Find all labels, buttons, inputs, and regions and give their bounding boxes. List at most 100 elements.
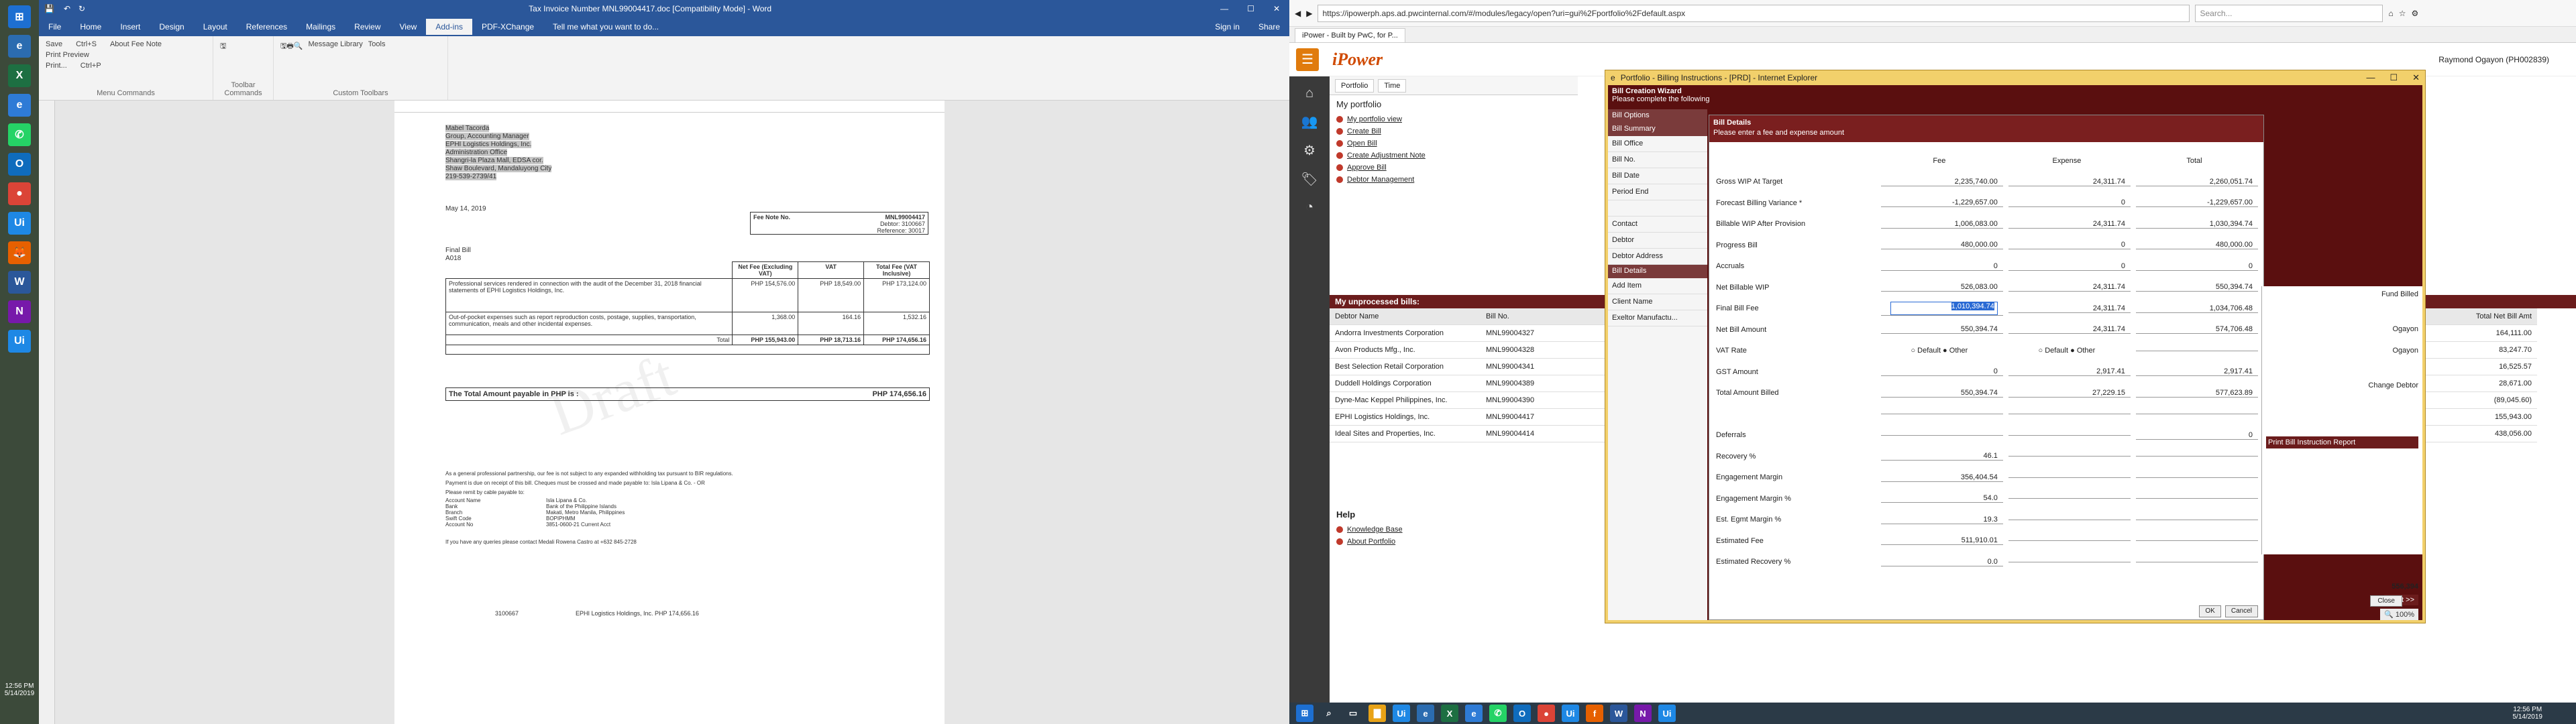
- menu-insert[interactable]: Insert: [111, 19, 150, 35]
- tag-nav-icon[interactable]: 🏷: [1301, 171, 1318, 188]
- outlook-icon[interactable]: O: [1513, 705, 1531, 722]
- row-expense[interactable]: ○ Default ● Other: [2008, 347, 2131, 355]
- file-explorer-icon[interactable]: ▇: [1368, 705, 1386, 722]
- tools-menu[interactable]: Tools: [368, 40, 386, 53]
- link-approve-bill[interactable]: Approve Bill: [1330, 162, 1578, 174]
- ui-icon[interactable]: Ui: [8, 212, 31, 235]
- user-name[interactable]: Raymond Ogayon (PH002839): [2438, 55, 2576, 64]
- excel-icon[interactable]: X: [8, 64, 31, 87]
- vat-other-radio[interactable]: ● Other: [1941, 347, 1968, 355]
- close-button[interactable]: Close: [2370, 595, 2402, 607]
- print-preview-command[interactable]: Print Preview: [46, 51, 89, 59]
- whatsapp-icon[interactable]: ✆: [1489, 705, 1507, 722]
- ui2-icon[interactable]: Ui: [8, 330, 31, 353]
- col-total-net[interactable]: Total Net Bill Amt: [2430, 312, 2537, 320]
- gear-nav-icon[interactable]: ⚙: [1303, 142, 1316, 159]
- search-icon[interactable]: ⌕: [1320, 705, 1338, 722]
- bottom-clock[interactable]: 12:56 PM 5/14/2019: [2513, 706, 2576, 721]
- zoom-indicator[interactable]: 🔍 100%: [2380, 609, 2418, 620]
- gear-icon[interactable]: ⚙: [2411, 9, 2418, 18]
- close-icon[interactable]: ✕: [1264, 4, 1289, 13]
- home-icon[interactable]: ⌂: [2388, 9, 2393, 18]
- menu-file[interactable]: File: [39, 19, 70, 35]
- chrome-icon[interactable]: ●: [1538, 705, 1555, 722]
- menu-review[interactable]: Review: [345, 19, 390, 35]
- ui-icon[interactable]: Ui: [1393, 705, 1410, 722]
- ok-button[interactable]: OK: [2199, 605, 2221, 617]
- close-icon[interactable]: ✕: [2412, 72, 2420, 83]
- vat-default-radio[interactable]: ○ Default: [2038, 347, 2068, 355]
- back-icon[interactable]: ◀: [1295, 9, 1301, 18]
- start-icon[interactable]: ⊞: [8, 5, 31, 28]
- col-bill[interactable]: Bill No.: [1481, 312, 1561, 320]
- link-open-bill[interactable]: Open Bill: [1330, 137, 1578, 149]
- save-command[interactable]: Save: [46, 40, 62, 48]
- word-icon[interactable]: W: [8, 271, 31, 294]
- cancel-button[interactable]: Cancel: [2224, 605, 2258, 617]
- start-icon[interactable]: ⊞: [1296, 705, 1313, 722]
- tab-time[interactable]: Time: [1378, 78, 1407, 93]
- wizard-step[interactable]: Bill Summary: [1608, 123, 1707, 136]
- link-portfolio-view[interactable]: My portfolio view: [1330, 113, 1578, 125]
- change-debtor-button[interactable]: Change Debtor: [2266, 381, 2418, 389]
- menu-mailings[interactable]: Mailings: [297, 19, 345, 35]
- custom-tools-icon[interactable]: 🖫🖶🔍: [280, 40, 303, 53]
- menu-pdfxchange[interactable]: PDF-XChange: [472, 19, 543, 35]
- print-command[interactable]: Print...: [46, 62, 67, 70]
- menu-design[interactable]: Design: [150, 19, 193, 35]
- excel-icon[interactable]: X: [1441, 705, 1458, 722]
- ie-icon[interactable]: e: [1417, 705, 1434, 722]
- forward-icon[interactable]: ▶: [1306, 9, 1312, 18]
- menu-home[interactable]: Home: [70, 19, 111, 35]
- wizard-step[interactable]: Bill Options: [1608, 109, 1707, 123]
- star-icon[interactable]: ☆: [2399, 9, 2406, 18]
- outlook-icon[interactable]: O: [8, 153, 31, 176]
- ie-icon[interactable]: e: [8, 35, 31, 58]
- word-icon[interactable]: W: [1610, 705, 1627, 722]
- url-field[interactable]: https://ipowerph.aps.ad.pwcinternal.com/…: [1318, 4, 2190, 22]
- tab-portfolio[interactable]: Portfolio: [1335, 78, 1375, 93]
- maximize-icon[interactable]: ☐: [1238, 4, 1264, 13]
- maximize-icon[interactable]: ☐: [2390, 72, 2398, 83]
- menu-view[interactable]: View: [390, 19, 427, 35]
- share-button[interactable]: Share: [1249, 19, 1289, 35]
- row-fee[interactable]: 1,010,394.74: [1880, 301, 2003, 316]
- about-fee-note[interactable]: About Fee Note: [110, 40, 162, 48]
- whatsapp-icon[interactable]: ✆: [8, 123, 31, 146]
- menu-layout[interactable]: Layout: [194, 19, 237, 35]
- minimize-icon[interactable]: —: [1211, 4, 1238, 13]
- left-clock[interactable]: 12:56 PM 5/14/2019: [0, 682, 39, 697]
- message-library[interactable]: Message Library: [308, 40, 362, 53]
- wizard-step[interactable]: Bill Details: [1608, 265, 1707, 278]
- onenote-icon[interactable]: N: [1634, 705, 1652, 722]
- search-field[interactable]: Search...: [2195, 4, 2383, 22]
- vat-default-radio[interactable]: ○ Default: [1911, 347, 1941, 355]
- menu-addins[interactable]: Add-ins: [426, 19, 472, 35]
- link-create-bill[interactable]: Create Bill: [1330, 125, 1578, 137]
- onenote-icon[interactable]: N: [8, 300, 31, 323]
- people-nav-icon[interactable]: 👥: [1301, 113, 1318, 130]
- print-bill-report[interactable]: Print Bill Instruction Report: [2266, 436, 2418, 448]
- save-icon[interactable]: 💾: [39, 4, 60, 13]
- edge-icon[interactable]: e: [1465, 705, 1483, 722]
- home-nav-icon[interactable]: ⌂: [1305, 86, 1313, 101]
- tab-ipower[interactable]: iPower - Built by PwC, for P...: [1295, 28, 1405, 42]
- ui-icon[interactable]: Ui: [1562, 705, 1579, 722]
- link-about-portfolio[interactable]: About Portfolio: [1330, 536, 1531, 548]
- edge-icon[interactable]: e: [8, 94, 31, 117]
- toolbar-icon[interactable]: 🖫: [220, 40, 266, 53]
- firefox-icon[interactable]: f: [1586, 705, 1603, 722]
- wizard-field[interactable]: Add Item: [1608, 278, 1707, 294]
- task-view-icon[interactable]: ▭: [1344, 705, 1362, 722]
- clock-nav-icon[interactable]: ◔: [1305, 200, 1313, 215]
- minimize-icon[interactable]: —: [2366, 72, 2375, 83]
- firefox-icon[interactable]: 🦊: [8, 241, 31, 264]
- undo-icon[interactable]: ↶: [60, 4, 74, 13]
- link-knowledge-base[interactable]: Knowledge Base: [1330, 524, 1531, 536]
- tell-me[interactable]: Tell me what you want to do...: [543, 19, 668, 35]
- link-adjustment-note[interactable]: Create Adjustment Note: [1330, 149, 1578, 162]
- col-debtor[interactable]: Debtor Name: [1330, 312, 1481, 320]
- vat-other-radio[interactable]: ● Other: [2068, 347, 2095, 355]
- final-fee-input[interactable]: 1,010,394.74: [1890, 301, 1998, 315]
- menu-references[interactable]: References: [237, 19, 297, 35]
